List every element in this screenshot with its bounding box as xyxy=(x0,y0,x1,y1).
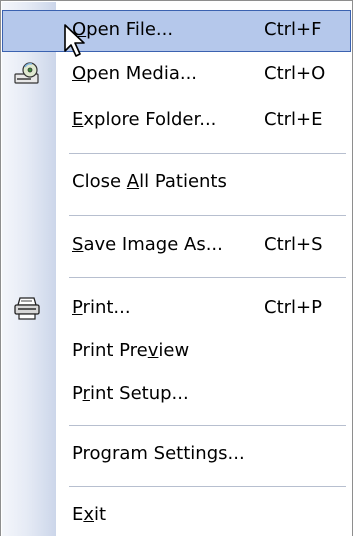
menu-item-shortcut: Ctrl+O xyxy=(264,63,326,84)
label-rest: it xyxy=(94,504,107,525)
label-pre: P xyxy=(72,383,83,404)
menu-item-open-media[interactable]: Open Media... Ctrl+O xyxy=(2,54,351,96)
menu-separator xyxy=(69,153,346,154)
label-pre: Print Pre xyxy=(72,340,148,361)
menu-separator xyxy=(69,425,346,426)
mnemonic-letter: x xyxy=(83,504,95,525)
label-rest: rint... xyxy=(82,297,131,318)
menu-separator xyxy=(69,277,346,278)
mnemonic-letter: E xyxy=(72,109,84,130)
mnemonic-letter: v xyxy=(147,340,159,361)
menu-item-shortcut: Ctrl+E xyxy=(264,109,323,130)
label-rest: int Setup... xyxy=(89,383,189,404)
label-rest: xplore Folder... xyxy=(83,109,217,130)
mnemonic-letter: P xyxy=(72,297,83,318)
menu-item-shortcut: Ctrl+S xyxy=(264,234,323,255)
menu-separator xyxy=(69,215,346,216)
menu-item-print-preview[interactable]: Print Preview xyxy=(2,331,351,373)
menu-item-label: Exit xyxy=(72,504,106,526)
menu-item-label: Open Media... xyxy=(72,63,197,85)
menu-item-label: Print... xyxy=(72,297,131,319)
menu-item-print[interactable]: Print... Ctrl+P xyxy=(2,288,351,330)
file-menu: Open File... Ctrl+F Open Media... Ctrl+O… xyxy=(0,0,353,536)
menu-item-explore-folder[interactable]: Explore Folder... Ctrl+E xyxy=(2,100,351,142)
menu-item-program-settings[interactable]: Program Settings... xyxy=(2,434,351,476)
menu-item-label: Close All Patients xyxy=(72,171,227,193)
menu-item-shortcut: Ctrl+P xyxy=(264,297,322,318)
label-pre: E xyxy=(72,504,84,525)
menu-item-label: Print Preview xyxy=(72,340,189,362)
menu-item-exit[interactable]: Exit xyxy=(2,495,351,537)
menu-item-label: Print Setup... xyxy=(72,383,189,405)
label-rest: pen Media... xyxy=(86,63,198,84)
menu-item-label: Explore Folder... xyxy=(72,109,216,131)
mnemonic-letter: A xyxy=(126,171,140,192)
menu-item-print-setup[interactable]: Print Setup... xyxy=(2,374,351,416)
menu-item-open-file[interactable]: Open File... Ctrl+F xyxy=(2,10,351,52)
label-rest: pen File... xyxy=(86,19,174,40)
media-disc-icon xyxy=(14,62,39,84)
mouse-cursor-icon xyxy=(64,24,85,57)
mnemonic-letter: O xyxy=(72,63,87,84)
mnemonic-letter: r xyxy=(82,383,90,404)
label-pre: Close xyxy=(72,171,127,192)
menu-item-label: Program Settings... xyxy=(72,443,245,464)
menu-item-close-all-patients[interactable]: Close All Patients xyxy=(2,162,351,204)
label-rest: ll Patients xyxy=(139,171,227,192)
menu-item-label: Save Image As... xyxy=(72,234,223,256)
label-rest: ave Image As... xyxy=(83,234,223,255)
menu-item-shortcut: Ctrl+F xyxy=(264,19,322,40)
mnemonic-letter: S xyxy=(72,234,84,255)
label-rest: iew xyxy=(158,340,190,361)
printer-icon xyxy=(14,297,40,320)
menu-separator xyxy=(69,486,346,487)
menu-item-save-image-as[interactable]: Save Image As... Ctrl+S xyxy=(2,225,351,267)
